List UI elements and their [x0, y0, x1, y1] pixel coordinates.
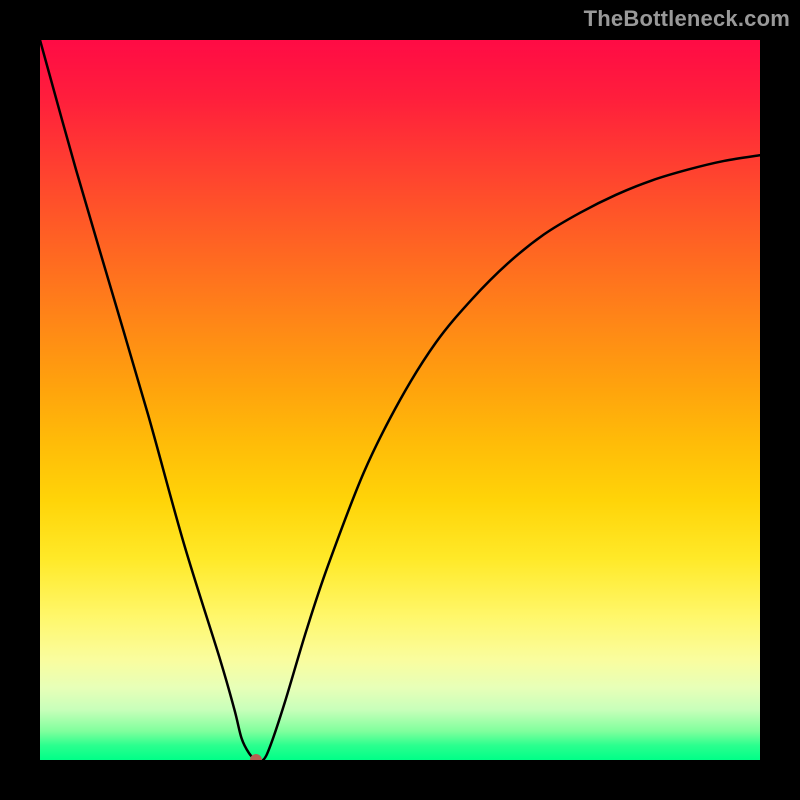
- bottleneck-curve: [40, 40, 760, 760]
- plot-area: [40, 40, 760, 760]
- bottleneck-curve-svg: [40, 40, 760, 760]
- watermark-text: TheBottleneck.com: [584, 6, 790, 32]
- chart-outer-frame: TheBottleneck.com: [0, 0, 800, 800]
